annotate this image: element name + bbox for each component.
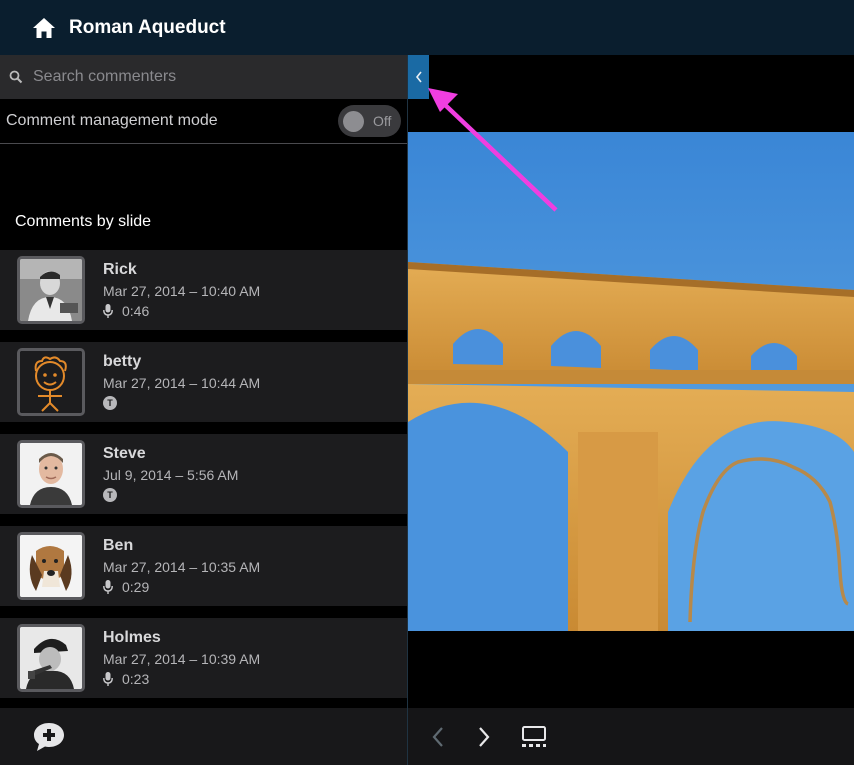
comment-item[interactable]: Ben Mar 27, 2014 – 10:35 AM 0:29 bbox=[0, 526, 407, 606]
comments-section-heading: Comments by slide bbox=[15, 213, 152, 230]
comment-item[interactable]: Rick Mar 27, 2014 – 10:40 AM 0:46 bbox=[0, 250, 407, 330]
text-comment-icon: T bbox=[103, 487, 117, 502]
comment-meta: Steve Jul 9, 2014 – 5:56 AM T bbox=[103, 444, 238, 505]
slide-image bbox=[408, 132, 854, 631]
slide-sorter-icon bbox=[522, 725, 546, 747]
app-window: Roman Aqueduct Comment management mode O… bbox=[0, 0, 854, 765]
audio-duration: 0:46 bbox=[122, 302, 150, 319]
toggle-knob bbox=[343, 110, 364, 132]
comment-meta: betty Mar 27, 2014 – 10:44 AM T bbox=[103, 352, 260, 413]
comment-date: Mar 27, 2014 – 10:40 AM bbox=[103, 282, 261, 299]
microphone-icon bbox=[103, 671, 113, 686]
top-bar: Roman Aqueduct bbox=[0, 0, 854, 55]
avatar bbox=[17, 532, 85, 600]
microphone-icon bbox=[103, 303, 113, 318]
slide-sorter-button[interactable] bbox=[520, 723, 548, 751]
add-comment-icon[interactable] bbox=[32, 721, 66, 753]
toggle-state-label: Off bbox=[373, 113, 392, 129]
comment-type: 0:29 bbox=[103, 577, 260, 597]
comment-date: Mar 27, 2014 – 10:35 AM bbox=[103, 558, 261, 575]
comment-type: T bbox=[103, 393, 260, 413]
comment-date: Mar 27, 2014 – 10:44 AM bbox=[103, 374, 261, 391]
avatar bbox=[17, 440, 85, 508]
comment-item[interactable]: Holmes Mar 27, 2014 – 10:39 AM 0:23 bbox=[0, 618, 407, 698]
search-bar bbox=[0, 55, 407, 99]
slide-navigation-bar bbox=[408, 708, 854, 765]
comment-item[interactable]: betty Mar 27, 2014 – 10:44 AM T bbox=[0, 342, 407, 422]
chevron-right-icon bbox=[479, 726, 490, 747]
comment-list: Rick Mar 27, 2014 – 10:40 AM 0:46 betty … bbox=[0, 250, 407, 710]
comment-meta: Holmes Mar 27, 2014 – 10:39 AM 0:23 bbox=[103, 628, 260, 689]
collapse-panel-button[interactable] bbox=[408, 55, 429, 99]
chevron-left-icon bbox=[432, 726, 443, 747]
audio-duration: 0:29 bbox=[122, 578, 150, 595]
avatar bbox=[17, 624, 85, 692]
comment-date: Jul 9, 2014 – 5:56 AM bbox=[103, 466, 239, 483]
previous-slide-button[interactable] bbox=[424, 723, 452, 751]
home-button[interactable] bbox=[24, 8, 64, 48]
microphone-icon bbox=[103, 579, 113, 594]
avatar bbox=[17, 348, 85, 416]
avatar bbox=[17, 256, 85, 324]
management-mode-row: Comment management mode Off bbox=[0, 99, 407, 144]
commenter-name: Steve bbox=[103, 444, 146, 462]
comments-footer bbox=[0, 708, 407, 765]
home-icon bbox=[33, 17, 55, 38]
commenter-name: Holmes bbox=[103, 628, 161, 646]
text-comment-icon: T bbox=[103, 395, 117, 410]
comment-date: Mar 27, 2014 – 10:39 AM bbox=[103, 650, 261, 667]
comment-type: 0:46 bbox=[103, 301, 260, 321]
page-title: Roman Aqueduct bbox=[69, 16, 226, 38]
search-icon bbox=[9, 70, 23, 84]
management-mode-toggle[interactable]: Off bbox=[338, 105, 401, 137]
comment-item[interactable]: Steve Jul 9, 2014 – 5:56 AM T bbox=[0, 434, 407, 514]
chevron-left-icon bbox=[415, 71, 422, 83]
commenter-name: Rick bbox=[103, 260, 137, 278]
audio-duration: 0:23 bbox=[122, 670, 150, 687]
search-input[interactable] bbox=[33, 68, 393, 86]
next-slide-button[interactable] bbox=[470, 723, 498, 751]
comment-type: T bbox=[103, 485, 238, 505]
comment-type: 0:23 bbox=[103, 669, 260, 689]
commenter-name: Ben bbox=[103, 536, 134, 554]
comments-panel: Comment management mode Off Comments by … bbox=[0, 55, 407, 765]
comment-meta: Ben Mar 27, 2014 – 10:35 AM 0:29 bbox=[103, 536, 260, 597]
comment-meta: Rick Mar 27, 2014 – 10:40 AM 0:46 bbox=[103, 260, 260, 321]
commenter-name: betty bbox=[103, 352, 142, 370]
management-mode-label: Comment management mode bbox=[6, 112, 218, 129]
